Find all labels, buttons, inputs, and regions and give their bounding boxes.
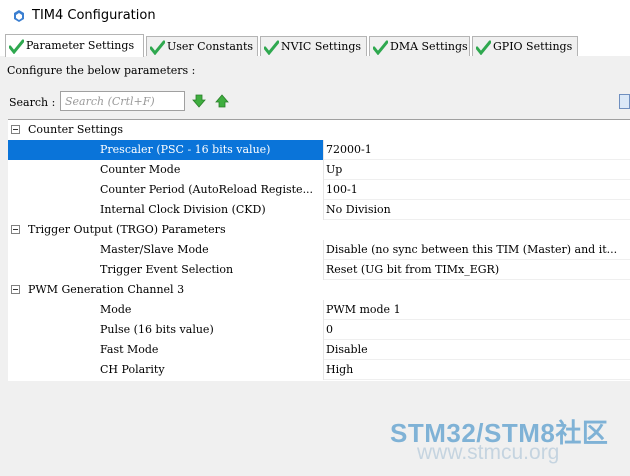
view-toggle-button[interactable] [619,94,630,109]
tab-label: Parameter Settings [26,39,135,52]
tab-bar: Parameter Settings User Constants NVIC S… [0,34,630,57]
param-value[interactable]: PWM mode 1 [326,300,401,320]
param-value[interactable]: 0 [326,320,333,340]
checkmark-icon [150,40,165,55]
param-row-counter-period[interactable]: Counter Period (AutoReload Registe... 10… [8,180,630,200]
window-titlebar: TIM4 Configuration [0,0,630,32]
site-watermark: STM32/STM8社区 www.stmcu.org [390,413,608,464]
param-name: Counter Mode [100,163,181,176]
param-name: Trigger Event Selection [100,263,234,276]
param-row-mode[interactable]: Mode PWM mode 1 [8,300,630,320]
tab-label: GPIO Settings [493,40,573,53]
param-value[interactable]: Disable [326,340,368,360]
collapse-icon[interactable] [11,125,20,134]
checkmark-icon [9,39,24,54]
param-value[interactable]: 100-1 [326,180,358,200]
tab-dma-settings[interactable]: DMA Settings [369,36,470,56]
category-row-pwm-channel-3[interactable]: PWM Generation Channel 3 [8,280,630,300]
param-row-ch-polarity[interactable]: CH Polarity High [8,360,630,380]
tab-gpio-settings[interactable]: GPIO Settings [472,36,578,56]
param-value[interactable]: High [326,360,353,380]
param-name: Fast Mode [100,343,159,356]
search-label: Search : [9,96,56,109]
search-input[interactable] [60,91,185,111]
tab-label: NVIC Settings [281,40,362,53]
param-value[interactable]: No Division [326,200,391,220]
param-name: Master/Slave Mode [100,243,209,256]
param-name: Internal Clock Division (CKD) [100,203,266,216]
param-name: Mode [100,303,132,316]
param-row-master-slave-mode[interactable]: Master/Slave Mode Disable (no sync betwe… [8,240,630,260]
checkmark-icon [476,40,491,55]
category-label: PWM Generation Channel 3 [28,283,185,296]
watermark-url-text: www.stmcu.org [417,441,560,464]
param-row-trigger-event-selection[interactable]: Trigger Event Selection Reset (UG bit fr… [8,260,630,280]
category-row-trigger-output[interactable]: Trigger Output (TRGO) Parameters [8,220,630,240]
checkmark-icon [373,40,388,55]
checkmark-icon [264,40,279,55]
configure-instructions: Configure the below parameters : [7,64,196,77]
search-previous-icon[interactable] [215,94,229,108]
param-name: CH Polarity [100,363,165,376]
param-name-cell [8,360,324,380]
tab-nvic-settings[interactable]: NVIC Settings [260,36,367,56]
search-next-icon[interactable] [192,94,206,108]
param-row-prescaler[interactable]: Prescaler (PSC - 16 bits value) 72000-1 [8,140,630,160]
category-label: Trigger Output (TRGO) Parameters [28,223,226,236]
collapse-icon[interactable] [11,285,20,294]
param-name-cell [8,340,324,360]
param-row-counter-mode[interactable]: Counter Mode Up [8,160,630,180]
collapse-icon[interactable] [11,225,20,234]
param-row-pulse[interactable]: Pulse (16 bits value) 0 [8,320,630,340]
param-name: Counter Period (AutoReload Registe... [100,183,314,196]
tab-label: DMA Settings [390,40,468,53]
param-name-cell [8,300,324,320]
window-title: TIM4 Configuration [32,8,156,23]
app-icon [14,10,24,22]
tab-user-constants[interactable]: User Constants [146,36,258,56]
parameter-grid: Counter Settings Prescaler (PSC - 16 bit… [8,119,630,381]
param-value[interactable]: Reset (UG bit from TIMx_EGR) [326,260,499,280]
tab-label: User Constants [167,40,254,53]
param-row-internal-clock-division[interactable]: Internal Clock Division (CKD) No Divisio… [8,200,630,220]
param-row-fast-mode[interactable]: Fast Mode Disable [8,340,630,360]
category-label: Counter Settings [28,123,124,136]
category-row-counter-settings[interactable]: Counter Settings [8,120,630,140]
param-value[interactable]: 72000-1 [326,140,372,160]
tab-parameter-settings[interactable]: Parameter Settings [5,34,144,57]
param-name: Prescaler (PSC - 16 bits value) [100,143,271,156]
param-name: Pulse (16 bits value) [100,323,214,336]
param-value[interactable]: Up [326,160,342,180]
param-value[interactable]: Disable (no sync between this TIM (Maste… [326,240,617,260]
